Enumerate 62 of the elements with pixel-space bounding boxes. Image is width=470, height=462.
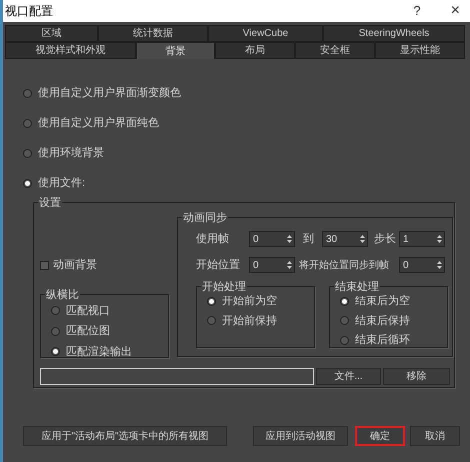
field-label: 步长 [374,232,397,247]
field-label: 到 [303,232,315,247]
radio-label: 匹配渲染输出 [66,344,132,360]
tab[interactable]: 背景 [136,42,215,59]
radio-button[interactable] [51,326,60,336]
spinner-field[interactable]: 0 [249,231,295,247]
field-label: 将开始位置同步到帧 [299,258,390,272]
spinner-arrows-icon[interactable] [287,234,292,244]
file-path-field[interactable] [40,368,314,384]
spinner-arrows-icon[interactable] [437,260,442,270]
spinner-arrows-icon[interactable] [360,234,365,244]
radio-button[interactable] [23,148,32,158]
radio-label: 使用自定义用户界面纯色 [38,116,159,131]
radio-button[interactable] [207,296,216,306]
spinner-arrows-icon[interactable] [437,234,442,244]
window-title: 视口配置 [5,3,53,20]
radio-button[interactable] [23,118,32,128]
dialog-button[interactable]: 应用于"活动布局"选项卡中的所有视图 [23,426,227,446]
radio-button[interactable] [340,316,349,326]
radio-label: 结束后为空 [355,294,410,309]
spinner-arrows-icon[interactable] [287,260,292,270]
tab[interactable]: 布局 [215,42,295,59]
group-title: 纵横比 [45,286,80,303]
spinner-field[interactable]: 1 [399,231,445,247]
dialog-button[interactable]: 确定 [355,426,405,446]
radio-label: 开始前保持 [222,314,277,328]
tab[interactable]: 显示性能 [375,42,465,59]
remove-button[interactable]: 移除 [383,368,450,384]
group-title: 开始处理 [201,279,247,296]
group-title: 结束处理 [334,279,380,296]
radio-button[interactable] [23,88,32,98]
tab[interactable]: 统计数据 [98,25,208,42]
spinner-field[interactable]: 0 [399,257,445,273]
radio-label: 结束后循环 [355,333,410,348]
radio-button[interactable] [340,336,349,345]
radio-button[interactable] [340,296,349,306]
tab[interactable]: ViewCube [208,25,323,42]
checkbox-label: 动画背景 [53,258,97,273]
radio-button[interactable] [51,306,60,316]
radio-label: 匹配位图 [66,324,110,339]
dialog-button[interactable]: 取消 [410,426,460,446]
spinner-field[interactable]: 0 [249,257,295,273]
spinner-field[interactable]: 30 [322,231,368,247]
radio-label: 使用文件: [38,176,86,191]
tab[interactable]: 安全框 [295,42,375,59]
close-button[interactable]: × [450,0,460,23]
radio-button[interactable] [23,178,32,188]
radio-label: 结束后保持 [355,314,410,328]
dialog-button[interactable]: 应用到活动视图 [253,426,348,446]
tab[interactable]: 视觉样式和外观 [5,42,136,59]
checkbox[interactable] [40,260,49,270]
radio-label: 使用自定义用户界面渐变颜色 [38,86,181,101]
tab[interactable]: SteeringWheels [323,25,465,42]
tab[interactable]: 区域 [5,25,98,42]
radio-button[interactable] [207,316,216,326]
radio-button[interactable] [51,347,60,356]
radio-label: 使用环境背景 [38,146,104,161]
file-button[interactable]: 文件... [316,368,381,384]
help-button[interactable]: ? [413,1,421,21]
radio-label: 匹配视口 [66,304,110,318]
field-label: 开始位置 [196,258,241,273]
field-label: 使用帧 [196,232,230,247]
